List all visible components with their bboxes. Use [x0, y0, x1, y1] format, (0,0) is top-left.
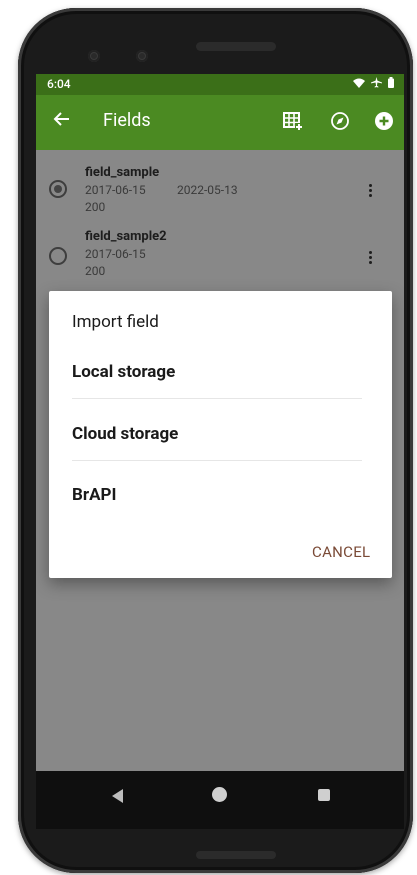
nav-recents-icon[interactable]: [318, 789, 330, 801]
select-field-radio[interactable]: [49, 180, 67, 198]
system-nav-bar: [36, 771, 404, 829]
nav-home-icon[interactable]: [212, 787, 227, 802]
option-cloud-storage[interactable]: Cloud storage: [72, 424, 178, 444]
table-add-icon[interactable]: [282, 110, 304, 132]
page-title: Fields: [103, 110, 151, 131]
divider: [72, 460, 362, 461]
battery-icon: [388, 77, 394, 91]
wifi-icon: [353, 77, 365, 91]
nav-back-icon[interactable]: [112, 789, 123, 803]
field-edit-date: 2022-05-13: [177, 183, 238, 197]
field-count: 200: [85, 264, 106, 278]
status-icons: [353, 77, 394, 91]
more-vert-icon[interactable]: [369, 182, 373, 199]
divider: [72, 398, 362, 399]
cancel-button[interactable]: CANCEL: [312, 543, 392, 567]
dialog-title: Import field: [72, 312, 159, 332]
field-name: field_sample2: [85, 229, 167, 244]
status-bar: 6:04: [36, 74, 404, 95]
list-item-field[interactable]: field_sample2 2017-06-15 200: [36, 226, 404, 288]
add-circle-icon[interactable]: [373, 110, 395, 132]
screen: 6:04 Fields field_sample 2017-06-15 2022…: [36, 74, 404, 774]
front-sensor-icon: [136, 50, 148, 62]
select-field-radio[interactable]: [49, 247, 67, 265]
field-import-date: 2017-06-15: [85, 183, 146, 197]
option-brapi[interactable]: BrAPI: [72, 485, 116, 505]
list-item-field[interactable]: field_sample 2017-06-15 2022-05-13 200: [36, 162, 404, 224]
field-name: field_sample: [85, 165, 160, 180]
front-camera-icon: [88, 50, 100, 62]
status-time: 6:04: [47, 77, 71, 91]
bottom-speaker: [196, 851, 276, 859]
airplane-icon: [371, 77, 382, 91]
earpiece-speaker: [196, 42, 276, 51]
back-arrow-icon[interactable]: [52, 109, 72, 129]
import-field-dialog: Import field Local storage Cloud storage…: [49, 291, 392, 578]
compass-icon[interactable]: [329, 110, 351, 132]
field-count: 200: [85, 200, 106, 214]
app-bar: Fields: [36, 95, 404, 150]
field-import-date: 2017-06-15: [85, 247, 146, 261]
more-vert-icon[interactable]: [369, 249, 373, 266]
option-local-storage[interactable]: Local storage: [72, 362, 175, 382]
